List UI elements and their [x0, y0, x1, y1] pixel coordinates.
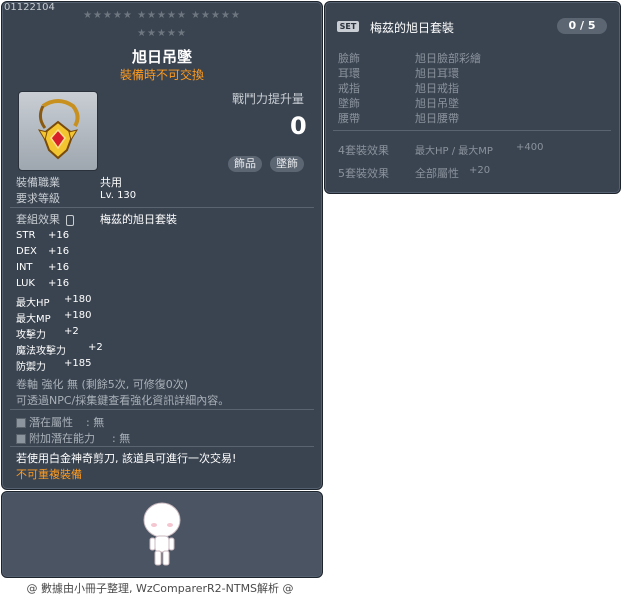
stat-row: STR +16 — [16, 230, 70, 241]
set-effect-4-row: 4套裝效果 最大HP / 最大MP +400 — [338, 142, 544, 157]
stat-row: 最大HP +180 — [16, 294, 92, 309]
power-increase-value: 0 — [290, 112, 307, 140]
divider — [333, 130, 611, 131]
set-count-badge: 0 / 5 — [557, 18, 607, 34]
stat-row: LUK +16 — [16, 278, 70, 289]
pendant-icon — [37, 99, 80, 160]
set-piece-row: 臉飾 旭日臉部彩繪 — [338, 52, 481, 65]
trade-restriction: 裝備時不可交換 — [119, 68, 204, 82]
stat-row: 防禦力 +185 — [16, 358, 92, 373]
job-row: 裝備職業 共用 — [16, 174, 122, 190]
star-force-row-1: ★★★★★ ★★★★★ ★★★★★ — [83, 10, 241, 21]
level-value: Lv. 130 — [100, 190, 137, 201]
unique-equip-note: 不可重複裝備 — [16, 468, 82, 481]
set-effect-5-row: 5套裝效果 全部屬性 +20 — [338, 165, 491, 180]
item-icon-frame — [18, 91, 98, 171]
footer-credit: @ 數據由小冊子整理, WzComparerR2-NTMS解析 @ — [26, 582, 294, 595]
power-increase-label: 戰鬥力提升量 — [232, 92, 305, 106]
level-row: 要求等級 Lv. 130 — [16, 190, 136, 206]
set-badge-icon: SET — [337, 21, 359, 32]
npc-info: 可透過NPC/採集鍵查看強化資訊詳細內容。 — [16, 394, 230, 407]
item-tooltip: 01122104 ★★★★★ ★★★★★ ★★★★★ ★★★★★ 旭日吊墜 裝備… — [1, 1, 323, 490]
set-effect-panel: SET 梅茲的旭日套裝 0 / 5 臉飾 旭日臉部彩繪 耳環 旭日耳環 戒指 旭日戒指… — [324, 1, 621, 194]
stat-row: 攻擊力 +2 — [16, 326, 79, 341]
bonus-potential-row: 附加潛在能力 : 無 — [16, 430, 130, 446]
stat-row: INT +16 — [16, 262, 70, 273]
job-label: 裝備職業 — [16, 176, 60, 189]
set-name: 梅茲的旭日套裝 — [370, 21, 455, 35]
divider — [10, 446, 314, 447]
set-effect-value: 梅茲的旭日套裝 — [100, 213, 177, 226]
divider — [10, 409, 314, 410]
level-label: 要求等級 — [16, 192, 60, 205]
avatar-preview-panel — [1, 491, 323, 578]
item-title: 旭日吊墜 — [131, 48, 192, 66]
set-piece-row: 戒指 旭日戒指 — [338, 82, 459, 95]
set-effect-label: 套組效果 — [16, 213, 60, 226]
potential-checkbox-icon — [16, 418, 26, 428]
set-piece-row: 墜飾 旭日吊墜 — [338, 97, 459, 110]
set-effect-row: 套組效果 梅茲的旭日套裝 — [16, 211, 177, 227]
set-piece-row: 耳環 旭日耳環 — [338, 67, 459, 80]
bonus-potential-checkbox-icon — [16, 434, 26, 444]
potential-row: 潛在屬性 : 無 — [16, 414, 104, 430]
divider — [10, 207, 314, 208]
category-tag-pendant: 墜飾 — [270, 156, 304, 172]
avatar — [143, 502, 181, 566]
stat-row: 魔法攻擊力 +2 — [16, 342, 103, 357]
stat-row: DEX +16 — [16, 246, 70, 257]
star-force-row-2: ★★★★★ — [137, 28, 187, 39]
category-tag-accessory: 飾品 — [228, 156, 262, 172]
set-piece-row: 腰帶 旭日腰帶 — [338, 112, 459, 125]
stat-row: 最大MP +180 — [16, 310, 92, 325]
job-value: 共用 — [100, 176, 122, 189]
scroll-info: 卷軸 強化 無 (剩餘5次, 可修復0次) — [16, 378, 189, 391]
link-icon — [65, 214, 74, 226]
scissors-note: 若使用白金神奇剪刀, 該道具可進行一次交易! — [16, 452, 237, 465]
